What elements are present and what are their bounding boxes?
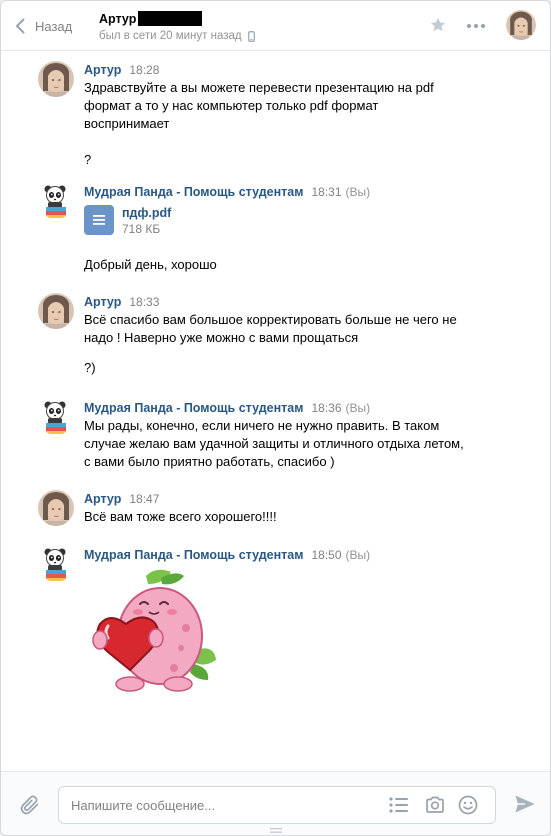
resize-grip-icon[interactable] xyxy=(270,828,282,834)
avatar[interactable] xyxy=(38,399,74,435)
message-time: 18:33 xyxy=(129,295,160,309)
you-label: (Вы) xyxy=(345,185,371,199)
sticker-image[interactable] xyxy=(86,568,221,701)
peer-status: был в сети 20 минут назад xyxy=(99,30,255,42)
you-label: (Вы) xyxy=(345,548,371,562)
dialog-window: Назад Артур был в сети 20 минут назад Ар… xyxy=(0,0,551,836)
star-icon[interactable] xyxy=(429,16,447,34)
message-text: Всё спасибо вам большое корректировать б… xyxy=(84,312,457,375)
message-time: 18:28 xyxy=(129,63,160,77)
emoji-smile-icon[interactable] xyxy=(458,795,478,815)
message-time: 18:50 xyxy=(311,548,342,562)
message-author[interactable]: Мудрая Панда - Помощь студентам 18:50 (Вы) xyxy=(84,548,370,562)
peer-info[interactable]: Артур был в сети 20 минут назад xyxy=(99,10,255,42)
avatar[interactable] xyxy=(38,546,74,582)
back-label: Назад xyxy=(35,18,73,34)
chevron-left-icon xyxy=(16,18,25,34)
you-label: (Вы) xyxy=(345,401,371,415)
message-history: Артур 18:28 Здравствуйте а вы можете пере… xyxy=(1,51,550,771)
document-size: 718 КБ xyxy=(122,222,161,236)
peer-avatar[interactable] xyxy=(506,10,536,40)
message-time: 18:36 xyxy=(311,401,342,415)
avatar[interactable] xyxy=(38,293,74,329)
back-button[interactable]: Назад xyxy=(15,15,72,37)
mobile-phone-icon xyxy=(247,30,255,42)
message-author[interactable]: Мудрая Панда - Помощь студентам 18:36 (Вы) xyxy=(84,401,370,415)
message-text: Здравствуйте а вы можете перевести презе… xyxy=(84,80,434,167)
avatar[interactable] xyxy=(38,490,74,526)
message-text: Добрый день, хорошо xyxy=(84,257,217,272)
message-composer xyxy=(1,771,550,835)
document-attachment[interactable]: пдф.pdf 718 КБ xyxy=(84,205,171,237)
message-text: Мы рады, конечно, если ничего не нужно п… xyxy=(84,418,464,469)
document-name[interactable]: пдф.pdf xyxy=(122,205,171,221)
send-arrow-icon[interactable] xyxy=(514,794,536,814)
dialog-header: Назад Артур был в сети 20 минут назад xyxy=(1,1,550,51)
message-author[interactable]: Артур 18:28 xyxy=(84,63,159,77)
peer-name: Артур xyxy=(99,11,137,26)
avatar[interactable] xyxy=(38,61,74,97)
template-list-icon[interactable] xyxy=(389,797,409,813)
message-text: Всё вам тоже всего хорошего!!!! xyxy=(84,509,277,524)
attach-paperclip-icon[interactable] xyxy=(19,794,41,816)
message-input[interactable] xyxy=(71,787,371,823)
avatar[interactable] xyxy=(38,183,74,219)
message-input-box[interactable] xyxy=(58,786,496,824)
message-time: 18:47 xyxy=(129,492,160,506)
message-author[interactable]: Артур 18:47 xyxy=(84,492,159,506)
message-time: 18:31 xyxy=(311,185,342,199)
message-author[interactable]: Артур 18:33 xyxy=(84,295,159,309)
more-dots-icon[interactable] xyxy=(466,23,486,29)
camera-icon[interactable] xyxy=(425,796,445,814)
redacted-surname xyxy=(138,11,203,26)
document-icon xyxy=(84,205,114,235)
message-author[interactable]: Мудрая Панда - Помощь студентам 18:31 (Вы) xyxy=(84,185,370,199)
